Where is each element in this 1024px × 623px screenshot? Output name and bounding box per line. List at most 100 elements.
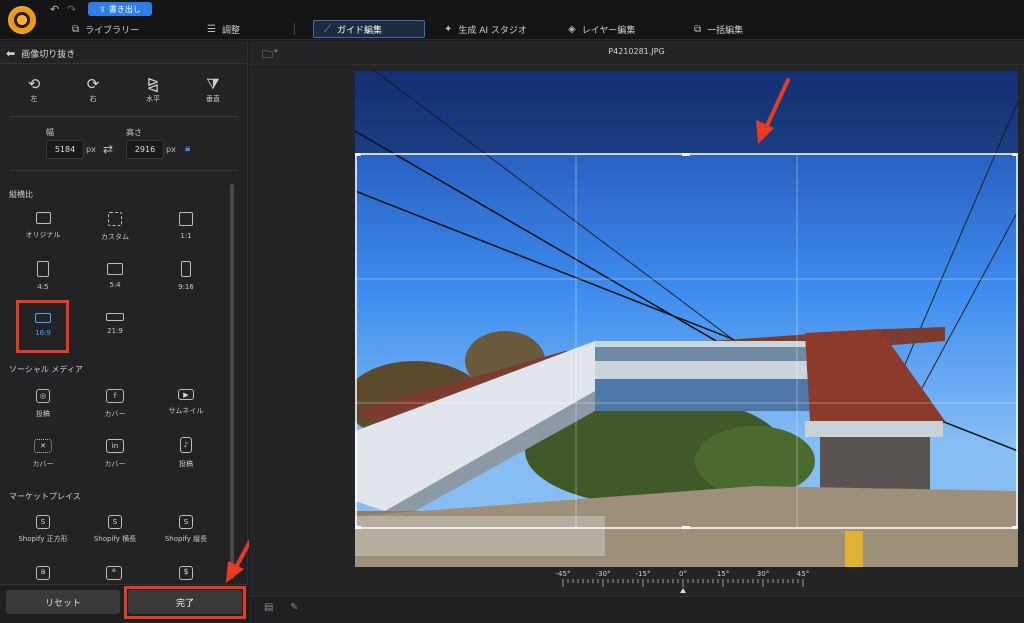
preset-social-thumbnail[interactable]: ▶ サムネイル — [152, 389, 220, 416]
preset-label: 4:5 — [37, 283, 49, 291]
sliders-icon: ☰ — [207, 23, 216, 35]
tab-library[interactable]: ⧉ ライブラリー — [72, 20, 139, 38]
flip-vertical-button[interactable]: ⧩ 垂直 — [188, 76, 238, 104]
custom-crop-icon — [108, 212, 122, 226]
preset-social-cover[interactable]: ✕ カバー — [9, 439, 77, 469]
preset-label: Shopify 横長 — [93, 535, 137, 543]
preset-label: 21:9 — [107, 327, 123, 335]
layers-icon: ◈ — [568, 23, 576, 35]
tab-batch[interactable]: ⧉ 一括編集 — [694, 20, 743, 38]
preset-shopify-square[interactable]: S Shopify 正方形 — [9, 515, 77, 544]
preset-social-post[interactable]: ◎ 投稿 — [9, 389, 77, 419]
tab-ai-studio[interactable]: ✦ 生成 AI スタジオ — [444, 20, 527, 38]
ruler-tick-label: -15° — [636, 570, 651, 578]
rotate-left-icon: ⟲ — [27, 75, 41, 93]
preset-shopify-portrait[interactable]: S Shopify 縦長 — [152, 515, 220, 544]
preset-label: 投稿 — [36, 410, 50, 418]
preset-label: 9:16 — [178, 283, 194, 291]
linkedin-icon: in — [106, 439, 124, 453]
preset-label: カバー — [104, 410, 126, 418]
flip-horizontal-label: 水平 — [146, 95, 160, 103]
tab-guided-edit[interactable]: ⟋ ガイド編集 — [313, 20, 425, 38]
preset-1-1[interactable]: 1:1 — [152, 212, 220, 240]
reset-button[interactable]: リセット — [6, 590, 120, 614]
widescreen-icon — [35, 313, 51, 323]
width-field[interactable]: 5184 — [46, 140, 84, 159]
tab-label: 調整 — [221, 25, 240, 36]
width-label: 幅 — [46, 128, 54, 137]
preset-label: カスタム — [101, 233, 129, 241]
magic-wand-icon: ⟋ — [324, 23, 331, 35]
ruler-tick-label: 45° — [797, 570, 809, 578]
flip-vertical-icon: ⧩ — [206, 75, 220, 93]
upload-icon: ⇪ — [99, 4, 106, 14]
rotate-left-button[interactable]: ⟲ 左 — [9, 76, 59, 104]
divider — [10, 170, 238, 171]
preset-5-4[interactable]: 5:4 — [81, 263, 149, 289]
marketplace-title: マーケットプレイス — [9, 492, 81, 501]
preset-16-9[interactable]: 16:9 — [9, 313, 77, 337]
tab-label: レイヤー編集 — [581, 25, 636, 36]
redo-icon[interactable]: ↷ — [67, 3, 76, 16]
facebook-icon: f — [106, 389, 124, 403]
square-icon — [179, 212, 193, 226]
preset-social-cover[interactable]: in カバー — [81, 439, 149, 469]
height-field[interactable]: 2916 — [126, 140, 164, 159]
rotate-right-label: 右 — [89, 95, 97, 103]
preset-9-16[interactable]: 9:16 — [152, 261, 220, 291]
library-icon: ⧉ — [72, 23, 80, 35]
rotate-right-icon: ⟳ — [86, 75, 100, 93]
photo-canvas[interactable] — [355, 71, 1018, 567]
swap-icon[interactable]: ⇄ — [103, 142, 113, 156]
lock-icon[interactable]: 🔒︎ — [185, 143, 190, 154]
annotation-arrow — [756, 78, 790, 144]
preset-label: 5:4 — [109, 281, 121, 289]
ruler-tick-label: 15° — [717, 570, 729, 578]
export-button[interactable]: ⇪ 書き出し — [88, 2, 152, 16]
youtube-icon: ▶ — [178, 389, 194, 400]
ultrawide-icon — [106, 313, 124, 321]
preset-custom[interactable]: カスタム — [81, 212, 149, 242]
app-logo — [8, 6, 36, 34]
ruler-tick-label: -45° — [556, 570, 571, 578]
ruler-tick-label: 30° — [757, 570, 769, 578]
instagram-icon: ◎ — [36, 389, 50, 403]
width-unit: px — [86, 145, 96, 154]
tab-label: ライブラリー — [85, 25, 140, 36]
divider — [294, 23, 295, 35]
panel-header: ⬅ 画像切り抜き — [0, 44, 248, 64]
tab-adjust[interactable]: ☰ 調整 — [207, 20, 240, 38]
tab-label: 生成 AI スタジオ — [458, 25, 527, 36]
preset-social-cover[interactable]: f カバー — [81, 389, 149, 419]
export-label: 書き出し — [108, 4, 141, 14]
preset-label: カバー — [32, 460, 54, 468]
flip-vertical-label: 垂直 — [206, 95, 220, 103]
amazon-icon[interactable]: a — [36, 566, 50, 580]
shopify-icon: S — [36, 515, 50, 529]
done-button[interactable]: 完了 — [128, 590, 242, 614]
preset-label: オリジナル — [25, 231, 61, 239]
ruler-tick-label: 0° — [679, 570, 687, 578]
preset-shopify-landscape[interactable]: S Shopify 横長 — [81, 515, 149, 544]
preset-social-post[interactable]: ♪ 投稿 — [152, 437, 220, 469]
preset-label: Shopify 縦長 — [164, 535, 208, 543]
rotate-right-button[interactable]: ⟳ 右 — [68, 76, 118, 104]
sparkle-icon: ✦ — [444, 23, 453, 35]
rotate-left-label: 左 — [30, 95, 38, 103]
canvas-footer — [249, 596, 1024, 623]
flip-horizontal-button[interactable]: ⧎ 水平 — [128, 76, 178, 104]
back-arrow-icon[interactable]: ⬅ — [6, 47, 15, 60]
preset-4-5[interactable]: 4:5 — [9, 261, 77, 291]
tab-layers[interactable]: ◈ レイヤー編集 — [568, 20, 635, 38]
preset-original[interactable]: オリジナル — [9, 212, 77, 240]
rotation-ruler[interactable]: -45° -30° -15° 0° 15° 30° 45° — [553, 568, 813, 594]
compare-icon[interactable]: ▤ — [264, 602, 273, 613]
ebay-icon[interactable]: e — [106, 566, 122, 580]
etsy-icon[interactable]: $ — [179, 566, 193, 580]
flip-horizontal-icon: ⧎ — [146, 75, 160, 93]
social-media-title: ソーシャル メディア — [9, 365, 83, 374]
rotation-indicator[interactable] — [680, 588, 686, 593]
brush-icon[interactable]: ✎ — [290, 602, 298, 613]
preset-21-9[interactable]: 21:9 — [81, 313, 149, 335]
undo-icon[interactable]: ↶ — [50, 3, 59, 16]
